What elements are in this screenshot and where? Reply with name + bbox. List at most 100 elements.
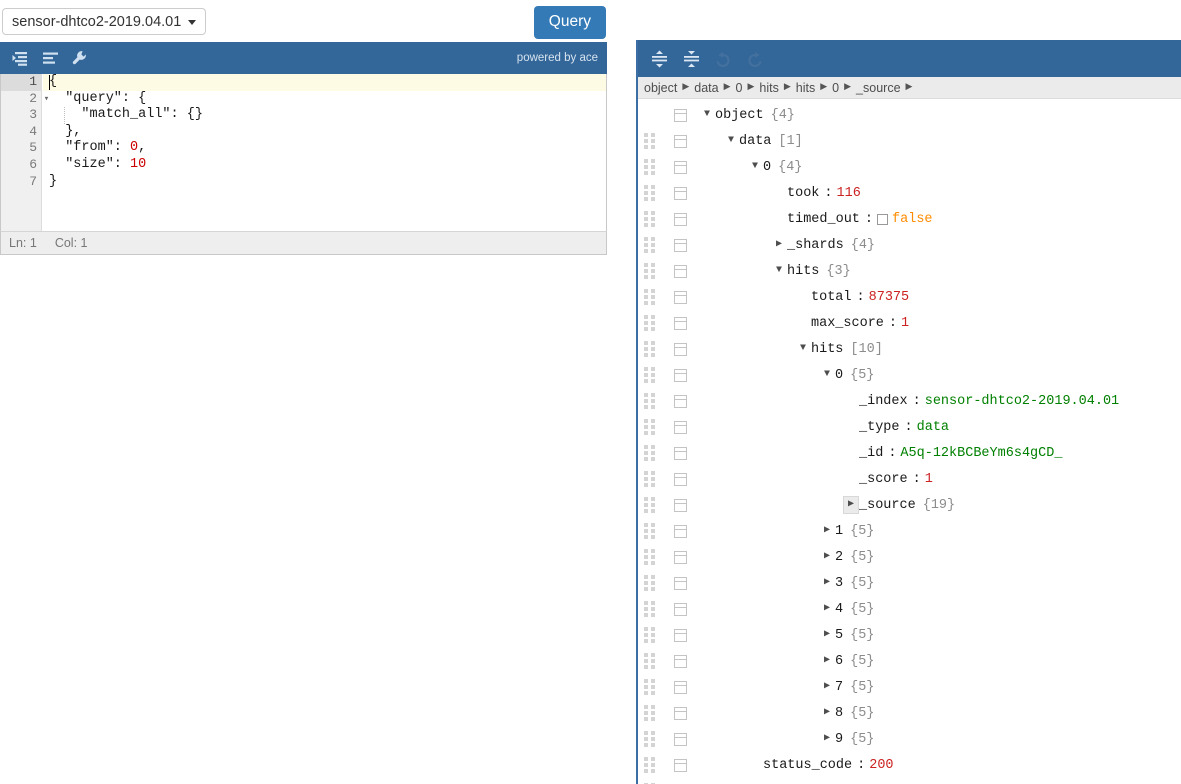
boolean-checkbox[interactable] — [877, 213, 889, 225]
row-menu-icon[interactable] — [674, 602, 687, 616]
editor-code-area[interactable]: { "query": { "match_all": {} }, "from": … — [43, 74, 606, 231]
tree-value[interactable]: sensor-dhtco2-2019.04.01 — [925, 394, 1119, 409]
tree-key[interactable]: 6 — [835, 654, 843, 669]
tree-row[interactable]: took:116 — [638, 180, 1181, 206]
tree-key[interactable]: status_code — [763, 758, 852, 773]
row-menu-icon[interactable] — [674, 160, 687, 174]
code-line[interactable]: "size": 10 — [49, 157, 606, 174]
tree-row[interactable]: ▼ hits {3} — [638, 258, 1181, 284]
code-line[interactable]: { — [43, 74, 606, 91]
gutter-line[interactable]: 7 — [1, 174, 41, 191]
expand-toggle-icon[interactable]: ▶ — [819, 708, 835, 718]
tree-key[interactable]: _id — [859, 446, 883, 461]
collapse-toggle-icon[interactable]: ▼ — [795, 344, 811, 354]
drag-handle-icon[interactable] — [644, 523, 660, 539]
row-menu-icon[interactable] — [674, 368, 687, 382]
expand-toggle-icon[interactable]: ▶ — [819, 734, 835, 744]
expand-toggle-icon[interactable]: ▶ — [843, 496, 859, 514]
collapse-toggle-icon[interactable]: ▼ — [699, 110, 715, 120]
code-line[interactable]: "from": 0, — [49, 140, 606, 157]
collapse-all-icon[interactable] — [676, 44, 706, 74]
tree-row[interactable]: ▶ 3 {5} — [638, 570, 1181, 596]
collapse-toggle-icon[interactable]: ▼ — [771, 266, 787, 276]
drag-handle-icon[interactable] — [644, 679, 660, 695]
row-menu-icon[interactable] — [674, 732, 687, 746]
drag-handle-icon[interactable] — [644, 445, 660, 461]
tree-row[interactable]: timed_out: false — [638, 206, 1181, 232]
gutter-line[interactable]: 5 — [1, 140, 41, 157]
drag-handle-icon[interactable] — [644, 263, 660, 279]
tree-value[interactable]: 1 — [901, 316, 909, 331]
tree-key[interactable]: 0 — [763, 160, 771, 175]
row-menu-icon[interactable] — [674, 472, 687, 486]
tree-value[interactable]: A5q-12kBCBeYm6s4gCD_ — [900, 446, 1062, 461]
row-menu-icon[interactable] — [674, 212, 687, 226]
expand-toggle-icon[interactable]: ▶ — [819, 552, 835, 562]
drag-handle-icon[interactable] — [644, 133, 660, 149]
tree-row[interactable]: ▶ 7 {5} — [638, 674, 1181, 700]
drag-handle-icon[interactable] — [644, 237, 660, 253]
row-menu-icon[interactable] — [674, 628, 687, 642]
collapse-toggle-icon[interactable]: ▼ — [819, 370, 835, 380]
row-menu-icon[interactable] — [674, 290, 687, 304]
tree-value[interactable]: false — [892, 212, 933, 227]
drag-handle-icon[interactable] — [644, 497, 660, 513]
row-menu-icon[interactable] — [674, 238, 687, 252]
row-menu-icon[interactable] — [674, 524, 687, 538]
drag-handle-icon[interactable] — [644, 185, 660, 201]
redo-icon[interactable] — [740, 44, 770, 74]
gutter-line[interactable]: 2 ▾ — [1, 91, 49, 108]
row-menu-icon[interactable] — [674, 550, 687, 564]
row-menu-icon[interactable] — [674, 498, 687, 512]
drag-handle-icon[interactable] — [644, 575, 660, 591]
row-menu-icon[interactable] — [674, 758, 687, 772]
drag-handle-icon[interactable] — [644, 549, 660, 565]
undo-icon[interactable] — [708, 44, 738, 74]
drag-handle-icon[interactable] — [644, 757, 660, 773]
tree-key[interactable]: 0 — [835, 368, 843, 383]
breadcrumb-item[interactable]: 0 — [736, 81, 743, 95]
row-menu-icon[interactable] — [674, 576, 687, 590]
row-menu-icon[interactable] — [674, 420, 687, 434]
tree-row[interactable]: ▶ _source {19} — [638, 492, 1181, 518]
tree-key[interactable]: object — [715, 108, 764, 123]
tree-row[interactable]: total:87375 — [638, 284, 1181, 310]
tree-key[interactable]: 8 — [835, 706, 843, 721]
gutter-line[interactable]: 6 — [1, 157, 41, 174]
drag-handle-icon[interactable] — [644, 393, 660, 409]
drag-handle-icon[interactable] — [644, 315, 660, 331]
tree-row[interactable]: max_score:1 — [638, 310, 1181, 336]
row-menu-icon[interactable] — [674, 342, 687, 356]
drag-handle-icon[interactable] — [644, 705, 660, 721]
gutter-line[interactable]: 4 — [1, 124, 41, 141]
tree-row[interactable]: _index: sensor-dhtco2-2019.04.01 — [638, 388, 1181, 414]
tree-row[interactable]: ▶ 9 {5} — [638, 726, 1181, 752]
code-line[interactable]: } — [49, 174, 606, 191]
tree-key[interactable]: timed_out — [787, 212, 860, 227]
code-line[interactable]: "match_all": {} — [49, 107, 606, 124]
drag-handle-icon[interactable] — [644, 419, 660, 435]
tree-row[interactable]: ▼ object {4} — [638, 102, 1181, 128]
expand-toggle-icon[interactable]: ▶ — [819, 578, 835, 588]
row-menu-icon[interactable] — [674, 186, 687, 200]
tree-row[interactable]: ▼ 0 {5} — [638, 362, 1181, 388]
tree-row[interactable]: ▼ data [1] — [638, 128, 1181, 154]
row-menu-icon[interactable] — [674, 706, 687, 720]
index-selector-dropdown[interactable]: sensor-dhtco2-2019.04.01 — [2, 8, 207, 35]
tree-key[interactable]: hits — [787, 264, 819, 279]
breadcrumb-item[interactable]: data — [694, 81, 718, 95]
row-menu-icon[interactable] — [674, 264, 687, 278]
tree-row[interactable]: ▼ hits [10] — [638, 336, 1181, 362]
drag-handle-icon[interactable] — [644, 471, 660, 487]
tree-key[interactable]: 1 — [835, 524, 843, 539]
tree-row[interactable]: ▶ 4 {5} — [638, 596, 1181, 622]
tree-key[interactable]: total — [811, 290, 852, 305]
tree-row[interactable]: _id: A5q-12kBCBeYm6s4gCD_ — [638, 440, 1181, 466]
tree-key[interactable]: _index — [859, 394, 908, 409]
breadcrumb-item[interactable]: hits — [796, 81, 815, 95]
drag-handle-icon[interactable] — [644, 367, 660, 383]
tree-row[interactable]: ▼ 0 {4} — [638, 154, 1181, 180]
tree-row[interactable]: ▶ 6 {5} — [638, 648, 1181, 674]
drag-handle-icon[interactable] — [644, 601, 660, 617]
row-menu-icon[interactable] — [674, 680, 687, 694]
